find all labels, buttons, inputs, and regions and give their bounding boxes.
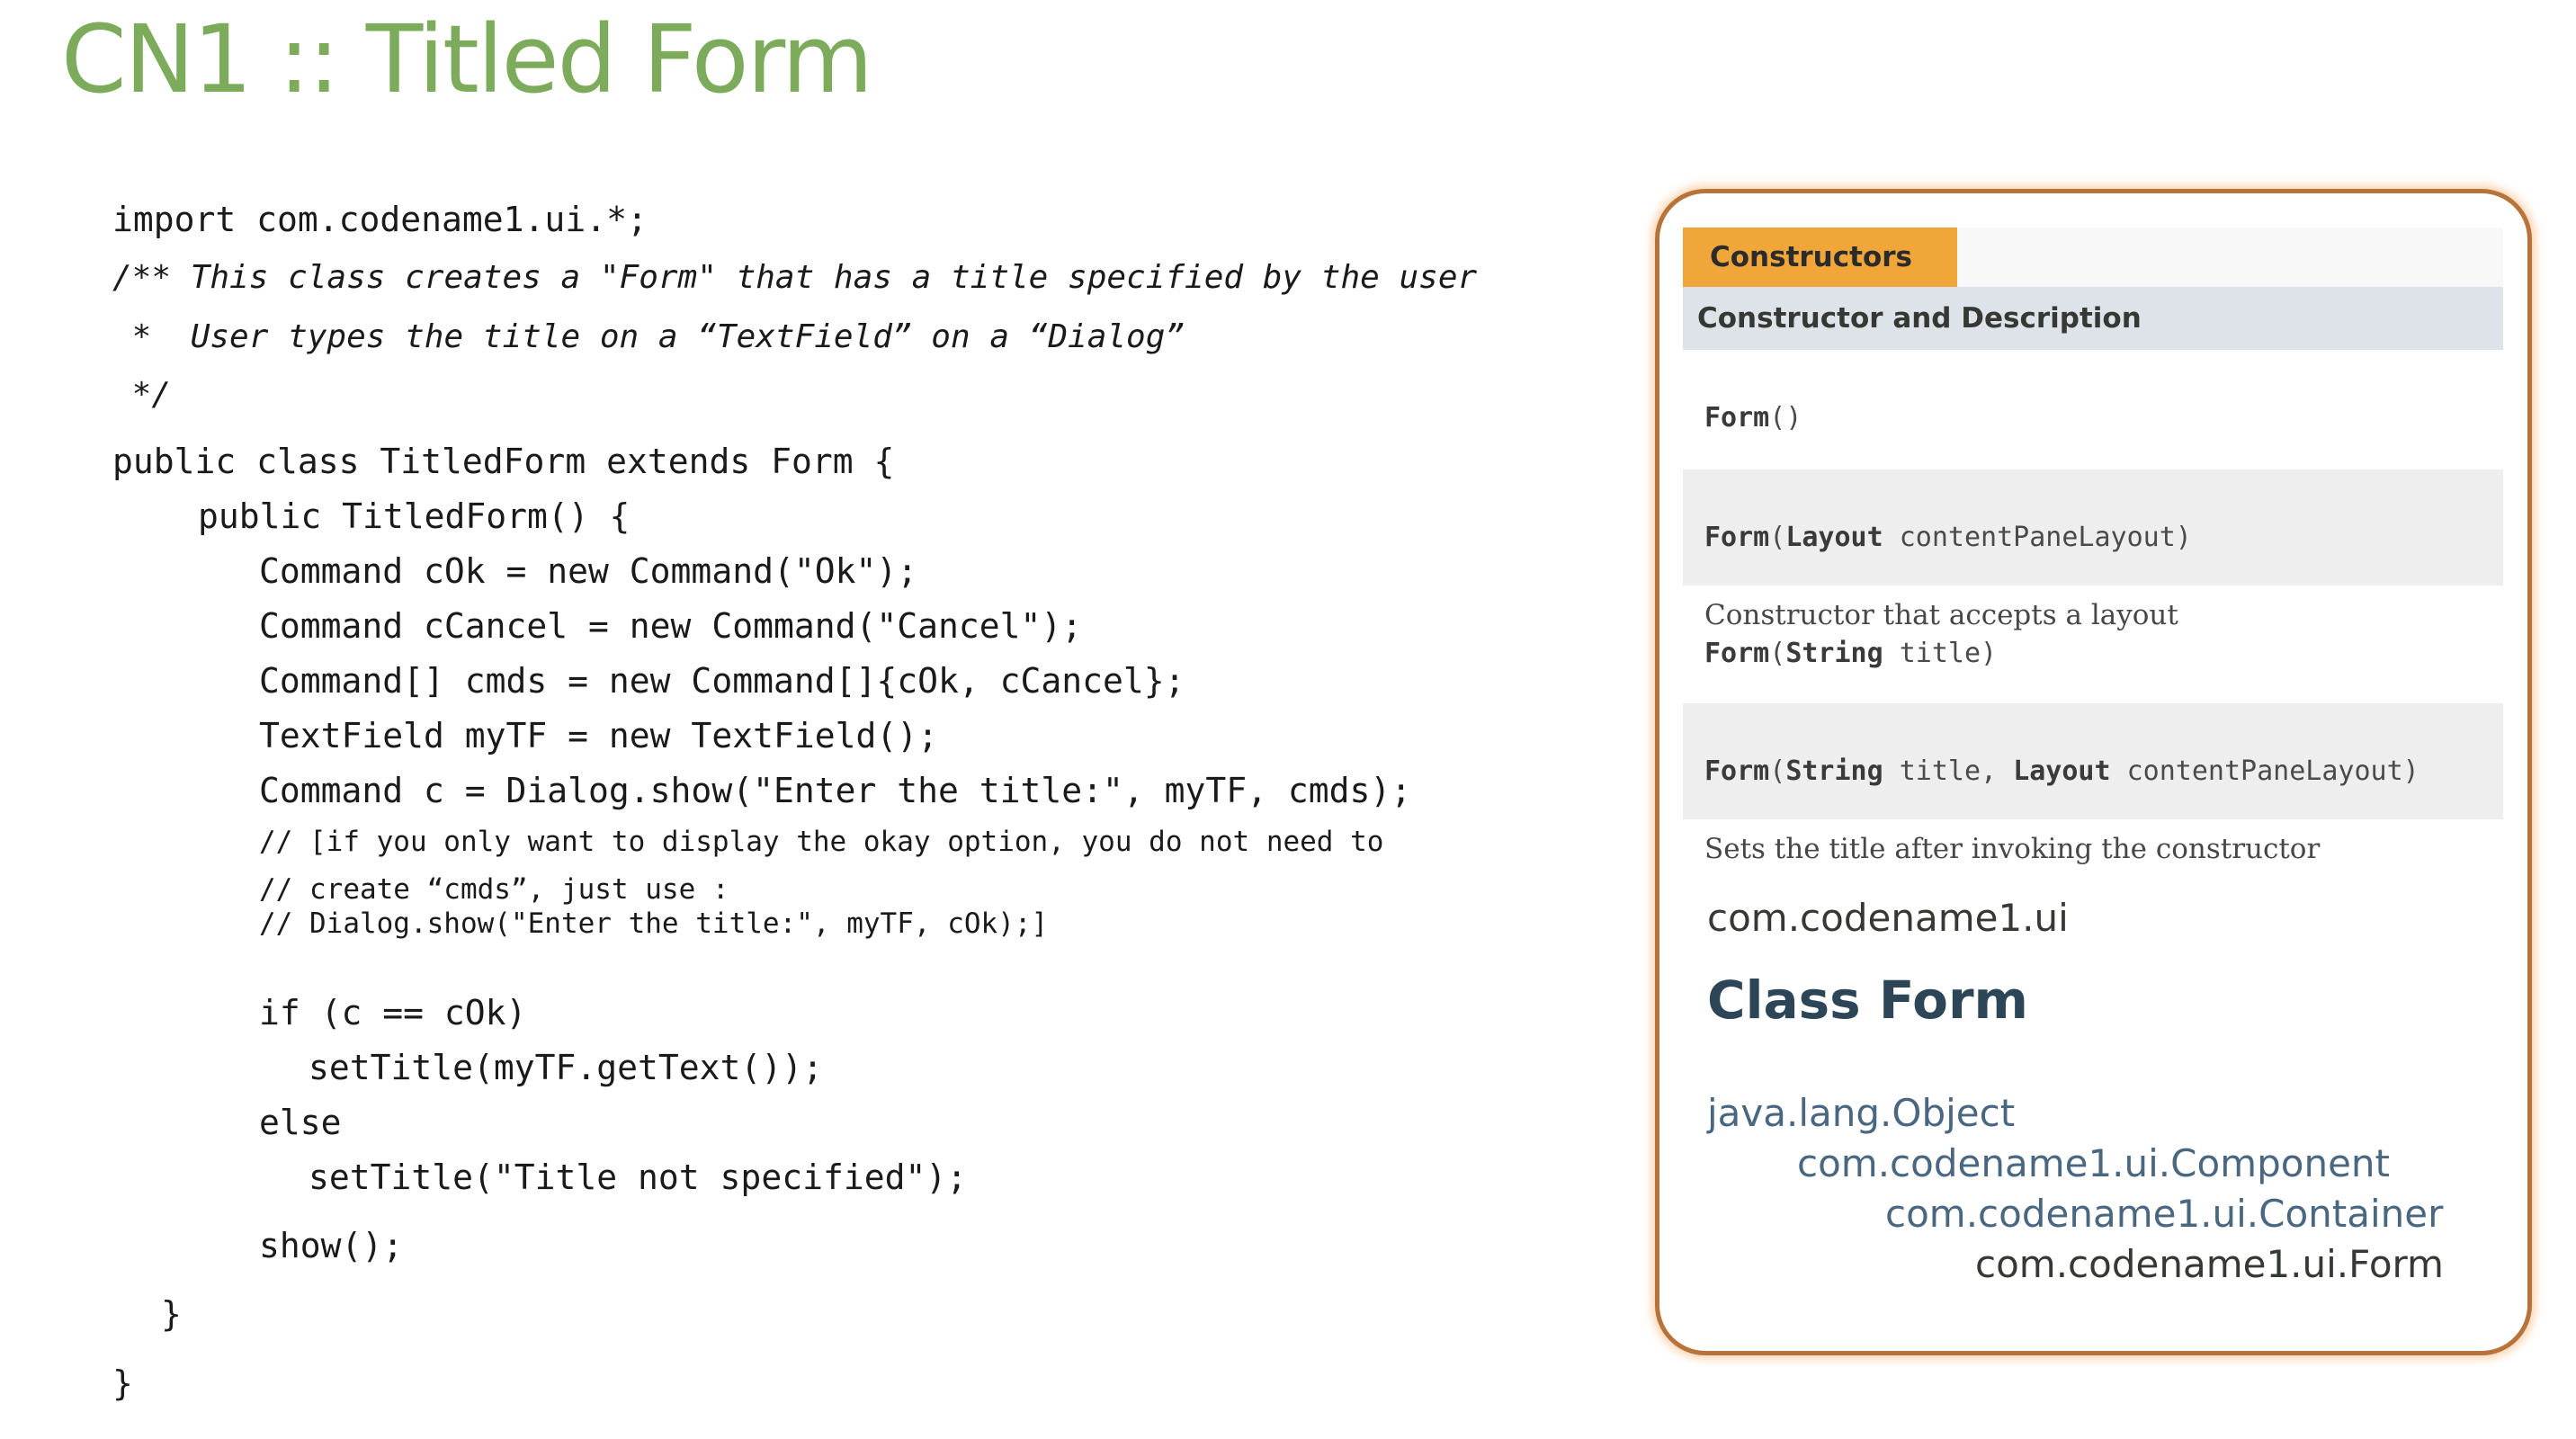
inheritance-link[interactable]: com.codename1.ui.Container <box>1885 1195 2443 1233</box>
code-line-brace: } <box>112 1363 133 1403</box>
slide-title: CN1 :: Titled Form <box>61 4 873 114</box>
constructor-link[interactable]: Form <box>1704 638 1769 669</box>
code-line-brace: } <box>161 1294 182 1334</box>
type-link[interactable]: String <box>1785 755 1883 787</box>
code-line: TextField myTF = new TextField(); <box>259 716 938 755</box>
type-link[interactable]: String <box>1785 638 1883 669</box>
code-line-comment: // [if you only want to display the okay… <box>259 826 1384 858</box>
sig-part: ( <box>1769 402 1786 433</box>
code-line: if (c == cOk) <box>259 993 527 1032</box>
constructor-row: Form(String title, Layout contentPaneLay… <box>1683 703 2503 865</box>
code-line: show(); <box>259 1226 404 1265</box>
sig-part: title, <box>1883 755 2014 787</box>
inheritance-link[interactable]: java.lang.Object <box>1707 1095 2015 1132</box>
constructors-tab: Constructors <box>1683 228 1957 287</box>
sig-part: contentPaneLayout) <box>1883 522 2192 553</box>
constructor-link[interactable]: Form <box>1704 522 1769 553</box>
code-line-comment: */ <box>112 376 172 413</box>
code-line-class-decl: public class TitledForm extends Form { <box>112 442 895 481</box>
constructor-description: Sets the title after invoking the constr… <box>1704 833 2321 865</box>
code-line-constructor: public TitledForm() { <box>198 496 631 536</box>
type-link[interactable]: Layout <box>2013 755 2110 787</box>
code-line: Command[] cmds = new Command[]{cOk, cCan… <box>259 661 1185 701</box>
constructor-link[interactable]: Form <box>1704 402 1769 433</box>
code-line-import: import com.codename1.ui.*; <box>112 200 648 239</box>
constructor-table-header: Constructor and Description <box>1683 287 2503 350</box>
sig-part: contentPaneLayout) <box>2110 755 2419 787</box>
code-line-comment: // create “cmds”, just use : <box>259 873 729 906</box>
constructor-signature[interactable]: Form(Layout contentPaneLayout) <box>1704 520 2503 556</box>
code-line: Command cOk = new Command("Ok"); <box>259 551 918 591</box>
code-line: Command cCancel = new Command("Cancel"); <box>259 606 1083 646</box>
sig-part: ( <box>1769 638 1786 669</box>
code-line-comment: // Dialog.show("Enter the title:", myTF,… <box>259 907 1049 940</box>
code-line: setTitle("Title not specified"); <box>309 1157 968 1197</box>
sig-part: ( <box>1769 522 1786 553</box>
constructor-signature[interactable]: Form(String title) <box>1704 636 2503 672</box>
tab-strip <box>1957 228 2503 287</box>
package-name: com.codename1.ui <box>1707 896 2069 940</box>
inheritance-current: com.codename1.ui.Form <box>1975 1242 2444 1286</box>
sig-part: title) <box>1883 638 1998 669</box>
constructor-row: Form(Layout contentPaneLayout) Construct… <box>1683 469 2503 631</box>
class-title: Class Form <box>1707 970 2028 1031</box>
inheritance-link[interactable]: com.codename1.ui.Component <box>1797 1145 2390 1183</box>
sig-part: ) <box>1785 402 1802 433</box>
code-line: setTitle(myTF.getText()); <box>309 1048 823 1087</box>
code-line: else <box>259 1103 342 1142</box>
code-line-comment: /** This class creates a "Form" that has… <box>112 259 1478 296</box>
constructor-signature[interactable]: Form(String title, Layout contentPaneLay… <box>1704 754 2503 790</box>
code-line: Command c = Dialog.show("Enter the title… <box>259 771 1412 810</box>
constructor-link[interactable]: Form <box>1704 755 1769 787</box>
constructor-row: Form(String title) Sets the title after … <box>1683 585 2503 747</box>
code-line-comment: * User types the title on a “TextField” … <box>112 318 1185 355</box>
constructor-signature[interactable]: Form() <box>1704 400 2503 436</box>
constructor-row: Form() Default constructor creates a sim… <box>1683 350 2503 512</box>
sig-part: ( <box>1769 755 1786 787</box>
type-link[interactable]: Layout <box>1785 522 1883 553</box>
